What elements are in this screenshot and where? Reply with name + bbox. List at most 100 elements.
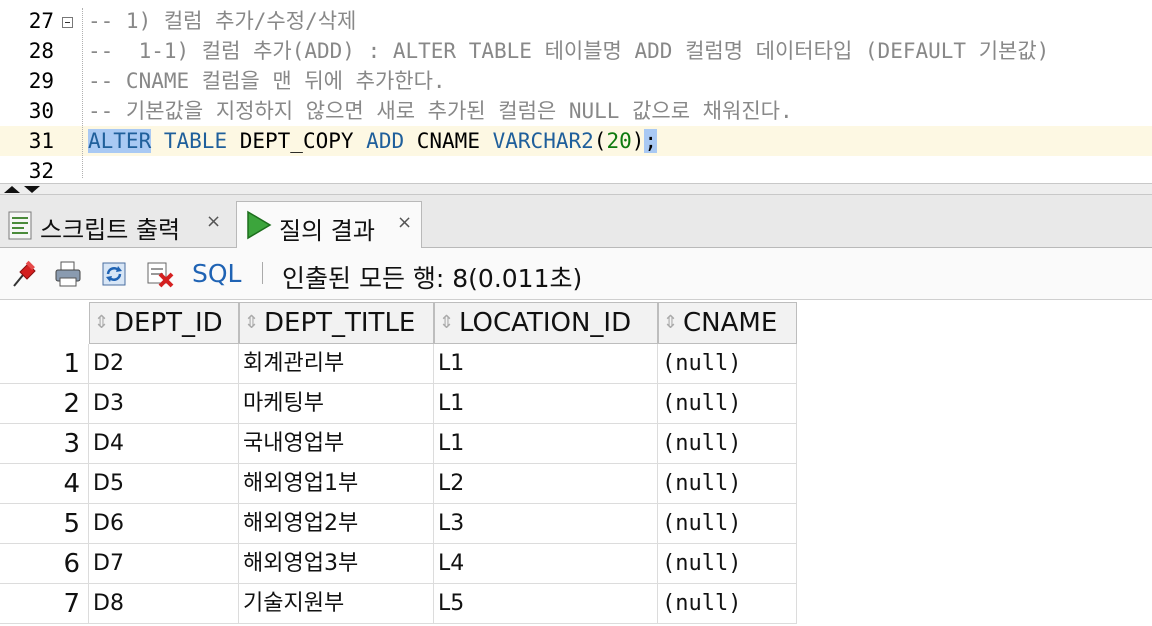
column-header-cname[interactable]: ⇕ CNAME bbox=[658, 302, 797, 344]
table-cell[interactable]: L1 bbox=[434, 384, 658, 424]
code-token: 20 bbox=[606, 129, 632, 153]
code-text: ALTER TABLE DEPT_COPY ADD CNAME VARCHAR2… bbox=[88, 126, 658, 156]
result-tab-bar: 스크립트 출력 × 질의 결과 × bbox=[0, 195, 1152, 249]
line-number: 29 bbox=[28, 69, 54, 93]
editor-line[interactable]: 29 -- CNAME 컬럼을 맨 뒤에 추가한다. bbox=[0, 66, 1152, 96]
table-row[interactable]: 1 D2 회계관리부 L1 (null) bbox=[0, 344, 800, 384]
column-header-label: CNAME bbox=[683, 308, 778, 338]
table-cell[interactable]: D3 bbox=[89, 384, 239, 424]
result-grid[interactable]: ⇕ DEPT_ID ⇕ DEPT_TITLE ⇕ LOCATION_ID ⇕ CNAME 1D… bbox=[0, 300, 1152, 626]
sort-icon[interactable]: ⇕ bbox=[439, 303, 454, 343]
line-number: 28 bbox=[28, 39, 54, 63]
column-header-label: DEPT_ID bbox=[114, 308, 223, 338]
code-token: -- 1-1) 컬럼 추가(ADD) : ALTER TABLE 테이블명 AD… bbox=[88, 39, 1050, 63]
row-number: 7 bbox=[0, 584, 89, 624]
column-header-dept-title[interactable]: ⇕ DEPT_TITLE bbox=[239, 302, 434, 344]
code-token: ( bbox=[593, 129, 607, 153]
table-row[interactable]: 7 D8 기술지원부 L5 (null) bbox=[0, 584, 800, 624]
table-cell[interactable]: (null) bbox=[658, 584, 797, 624]
fetch-status: 인출된 모든 행: 8(0.011초) bbox=[282, 264, 583, 293]
line-number: 32 bbox=[28, 159, 54, 183]
column-header-label: DEPT_TITLE bbox=[264, 308, 416, 338]
row-number: 5 bbox=[0, 504, 89, 544]
table-cell[interactable]: D4 bbox=[89, 424, 239, 464]
tab-script-output-close-icon[interactable]: × bbox=[206, 211, 221, 232]
code-text: -- 1) 컬럼 추가/수정/삭제 bbox=[88, 6, 356, 36]
tab-query-result[interactable]: 질의 결과 × bbox=[236, 201, 422, 249]
code-token: ADD bbox=[366, 129, 405, 153]
sort-icon[interactable]: ⇕ bbox=[244, 303, 259, 343]
line-number: 27 bbox=[28, 9, 54, 33]
row-number: 2 bbox=[0, 384, 89, 424]
editor-line[interactable]: 27 -- 1) 컬럼 추가/수정/삭제 bbox=[0, 6, 1152, 36]
table-row[interactable]: 2 D3 마케팅부 L1 (null) bbox=[0, 384, 800, 424]
pane-splitter[interactable] bbox=[0, 183, 1152, 195]
editor-line[interactable]: 30 -- 기본값을 지정하지 않으면 새로 추가된 컬럼은 NULL 값으로 채… bbox=[0, 96, 1152, 126]
table-cell[interactable]: D2 bbox=[89, 344, 239, 384]
editor-line[interactable]: 32 bbox=[0, 156, 1152, 183]
table-cell[interactable]: 국내영업부 bbox=[239, 424, 434, 464]
row-number: 4 bbox=[0, 464, 89, 504]
table-cell[interactable]: (null) bbox=[658, 544, 797, 584]
table-cell[interactable]: L1 bbox=[434, 344, 658, 384]
sql-editor[interactable]: 27 -- 1) 컬럼 추가/수정/삭제 28 -- 1-1) 컬럼 추가(ADD) … bbox=[0, 0, 1152, 183]
fold-collapse-icon[interactable] bbox=[62, 17, 73, 28]
result-toolbar: SQL 인출된 모든 행: 8(0.011초) bbox=[0, 248, 1152, 300]
column-header-dept-id[interactable]: ⇕ DEPT_ID bbox=[89, 302, 239, 344]
tab-query-result-close-icon[interactable]: × bbox=[397, 212, 412, 233]
table-cell[interactable]: D6 bbox=[89, 504, 239, 544]
table-cell[interactable]: (null) bbox=[658, 424, 797, 464]
table-row[interactable]: 4 D5 해외영업1부 L2 (null) bbox=[0, 464, 800, 504]
table-cell[interactable]: L3 bbox=[434, 504, 658, 544]
table-cell[interactable]: D7 bbox=[89, 544, 239, 584]
pin-icon[interactable] bbox=[10, 260, 38, 288]
table-cell[interactable]: L2 bbox=[434, 464, 658, 504]
table-row[interactable]: 5 D6 해외영업2부 L3 (null) bbox=[0, 504, 800, 544]
table-cell[interactable]: (null) bbox=[658, 384, 797, 424]
code-token: ; bbox=[644, 129, 658, 153]
tab-script-output-label: 스크립트 출력 bbox=[40, 216, 181, 244]
table-cell[interactable]: 기술지원부 bbox=[239, 584, 434, 624]
indent-guide bbox=[82, 8, 83, 178]
code-token: VARCHAR2 bbox=[492, 129, 594, 153]
code-token: TABLE bbox=[163, 129, 228, 153]
tab-script-output[interactable]: 스크립트 출력 × bbox=[0, 201, 230, 248]
refresh-icon[interactable] bbox=[100, 260, 128, 288]
sort-icon[interactable]: ⇕ bbox=[94, 303, 109, 343]
table-cell[interactable]: 마케팅부 bbox=[239, 384, 434, 424]
row-number: 6 bbox=[0, 544, 89, 584]
column-header-location-id[interactable]: ⇕ LOCATION_ID bbox=[434, 302, 658, 344]
table-cell[interactable]: L1 bbox=[434, 424, 658, 464]
row-number: 1 bbox=[0, 344, 89, 384]
table-row[interactable]: 6 D7 해외영업3부 L4 (null) bbox=[0, 544, 800, 584]
row-number: 3 bbox=[0, 424, 89, 464]
collapse-down-icon[interactable] bbox=[24, 186, 40, 193]
table-cell[interactable]: D5 bbox=[89, 464, 239, 504]
editor-line[interactable]: 28 -- 1-1) 컬럼 추가(ADD) : ALTER TABLE 테이블명 … bbox=[0, 36, 1152, 66]
collapse-up-icon[interactable] bbox=[4, 186, 20, 193]
table-cell[interactable]: 해외영업2부 bbox=[239, 504, 434, 544]
code-token: ALTER bbox=[88, 129, 152, 153]
table-cell[interactable]: (null) bbox=[658, 464, 797, 504]
code-token: ) bbox=[631, 129, 645, 153]
table-cell[interactable]: L4 bbox=[434, 544, 658, 584]
grid-header: ⇕ DEPT_ID ⇕ DEPT_TITLE ⇕ LOCATION_ID ⇕ CNAME bbox=[0, 300, 1152, 344]
table-cell[interactable]: 해외영업3부 bbox=[239, 544, 434, 584]
editor-line[interactable]: 31 ALTER TABLE DEPT_COPY ADD CNAME VARCHA… bbox=[0, 126, 1152, 156]
table-cell[interactable]: D8 bbox=[89, 584, 239, 624]
table-cell[interactable]: (null) bbox=[658, 504, 797, 544]
table-cell[interactable]: (null) bbox=[658, 344, 797, 384]
table-row[interactable]: 3 D4 국내영업부 L1 (null) bbox=[0, 424, 800, 464]
clear-icon[interactable] bbox=[146, 260, 174, 288]
code-text: -- 기본값을 지정하지 않으면 새로 추가된 컬럼은 NULL 값으로 채워진… bbox=[88, 96, 793, 126]
table-cell[interactable]: 회계관리부 bbox=[239, 344, 434, 384]
table-cell[interactable]: L5 bbox=[434, 584, 658, 624]
table-cell[interactable]: 해외영업1부 bbox=[239, 464, 434, 504]
code-text: -- 1-1) 컬럼 추가(ADD) : ALTER TABLE 테이블명 AD… bbox=[88, 36, 1049, 66]
column-header-label: LOCATION_ID bbox=[459, 308, 632, 338]
sql-link[interactable]: SQL bbox=[192, 259, 241, 288]
print-icon[interactable] bbox=[54, 260, 82, 288]
code-text: -- CNAME 컬럼을 맨 뒤에 추가한다. bbox=[88, 66, 446, 96]
sort-icon[interactable]: ⇕ bbox=[663, 303, 678, 343]
